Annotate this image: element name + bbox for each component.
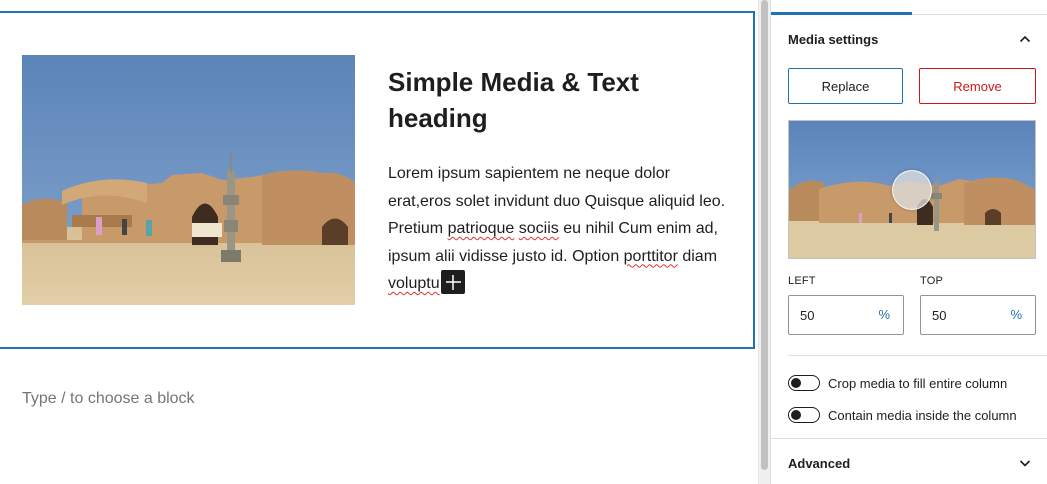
plus-icon[interactable] <box>440 269 465 294</box>
scrollbar-thumb[interactable] <box>761 0 768 470</box>
focal-left-input[interactable] <box>789 296 869 334</box>
focal-top-input[interactable] <box>921 296 1001 334</box>
media-text-heading[interactable]: Simple Media & Text heading <box>388 64 718 136</box>
crop-media-toggle[interactable] <box>788 375 820 391</box>
advanced-panel-header[interactable]: Advanced <box>788 453 1033 473</box>
sidebar-tabs <box>771 0 1047 15</box>
spellcheck-word: sociis <box>518 220 559 237</box>
settings-sidebar: Media settings Replace Remove LEFT TOP 5… <box>770 0 1047 484</box>
replace-button[interactable]: Replace <box>788 68 903 104</box>
spellcheck-word: voluptu <box>388 275 440 292</box>
block-media-image[interactable] <box>22 55 355 305</box>
spellcheck-word: porttitor <box>623 247 678 265</box>
crop-media-label[interactable]: Crop media to fill entire column <box>828 376 1007 391</box>
divider <box>788 355 1047 356</box>
chevron-down-icon <box>1019 460 1031 467</box>
contain-media-toggle-row: Contain media inside the column <box>788 406 1017 424</box>
paragraph-text: diam <box>677 247 718 265</box>
focal-left-field: % <box>788 295 904 335</box>
media-settings-panel-header[interactable]: Media settings <box>788 29 1033 49</box>
chevron-up-icon <box>1019 35 1031 43</box>
media-settings-title: Media settings <box>788 31 879 47</box>
editor-canvas: Simple Media & Text heading Lorem ipsum … <box>0 0 758 484</box>
crop-media-toggle-row: Crop media to fill entire column <box>788 374 1007 392</box>
focal-left-unit: % <box>878 307 890 322</box>
divider <box>771 438 1047 439</box>
remove-button[interactable]: Remove <box>919 68 1036 104</box>
focal-point-handle[interactable] <box>892 170 932 210</box>
block-editor: Simple Media & Text heading Lorem ipsum … <box>0 0 1047 484</box>
focal-top-unit: % <box>1010 307 1022 322</box>
block-appender-placeholder[interactable]: Type / to choose a block <box>22 390 195 408</box>
toggle-knob <box>791 378 801 388</box>
left-label: LEFT <box>788 275 816 287</box>
top-label: TOP <box>920 275 944 287</box>
advanced-title: Advanced <box>788 455 851 471</box>
contain-media-label[interactable]: Contain media inside the column <box>828 408 1017 423</box>
active-tab-indicator <box>771 12 912 15</box>
media-text-paragraph[interactable]: Lorem ipsum sapientem ne neque dolor era… <box>388 160 728 298</box>
toggle-knob <box>791 410 801 420</box>
spellcheck-word: patrioque <box>447 220 515 237</box>
contain-media-toggle[interactable] <box>788 407 820 423</box>
editor-scrollbar[interactable] <box>758 0 770 484</box>
focal-top-field: % <box>920 295 1036 335</box>
focal-point-picker[interactable] <box>788 120 1036 259</box>
